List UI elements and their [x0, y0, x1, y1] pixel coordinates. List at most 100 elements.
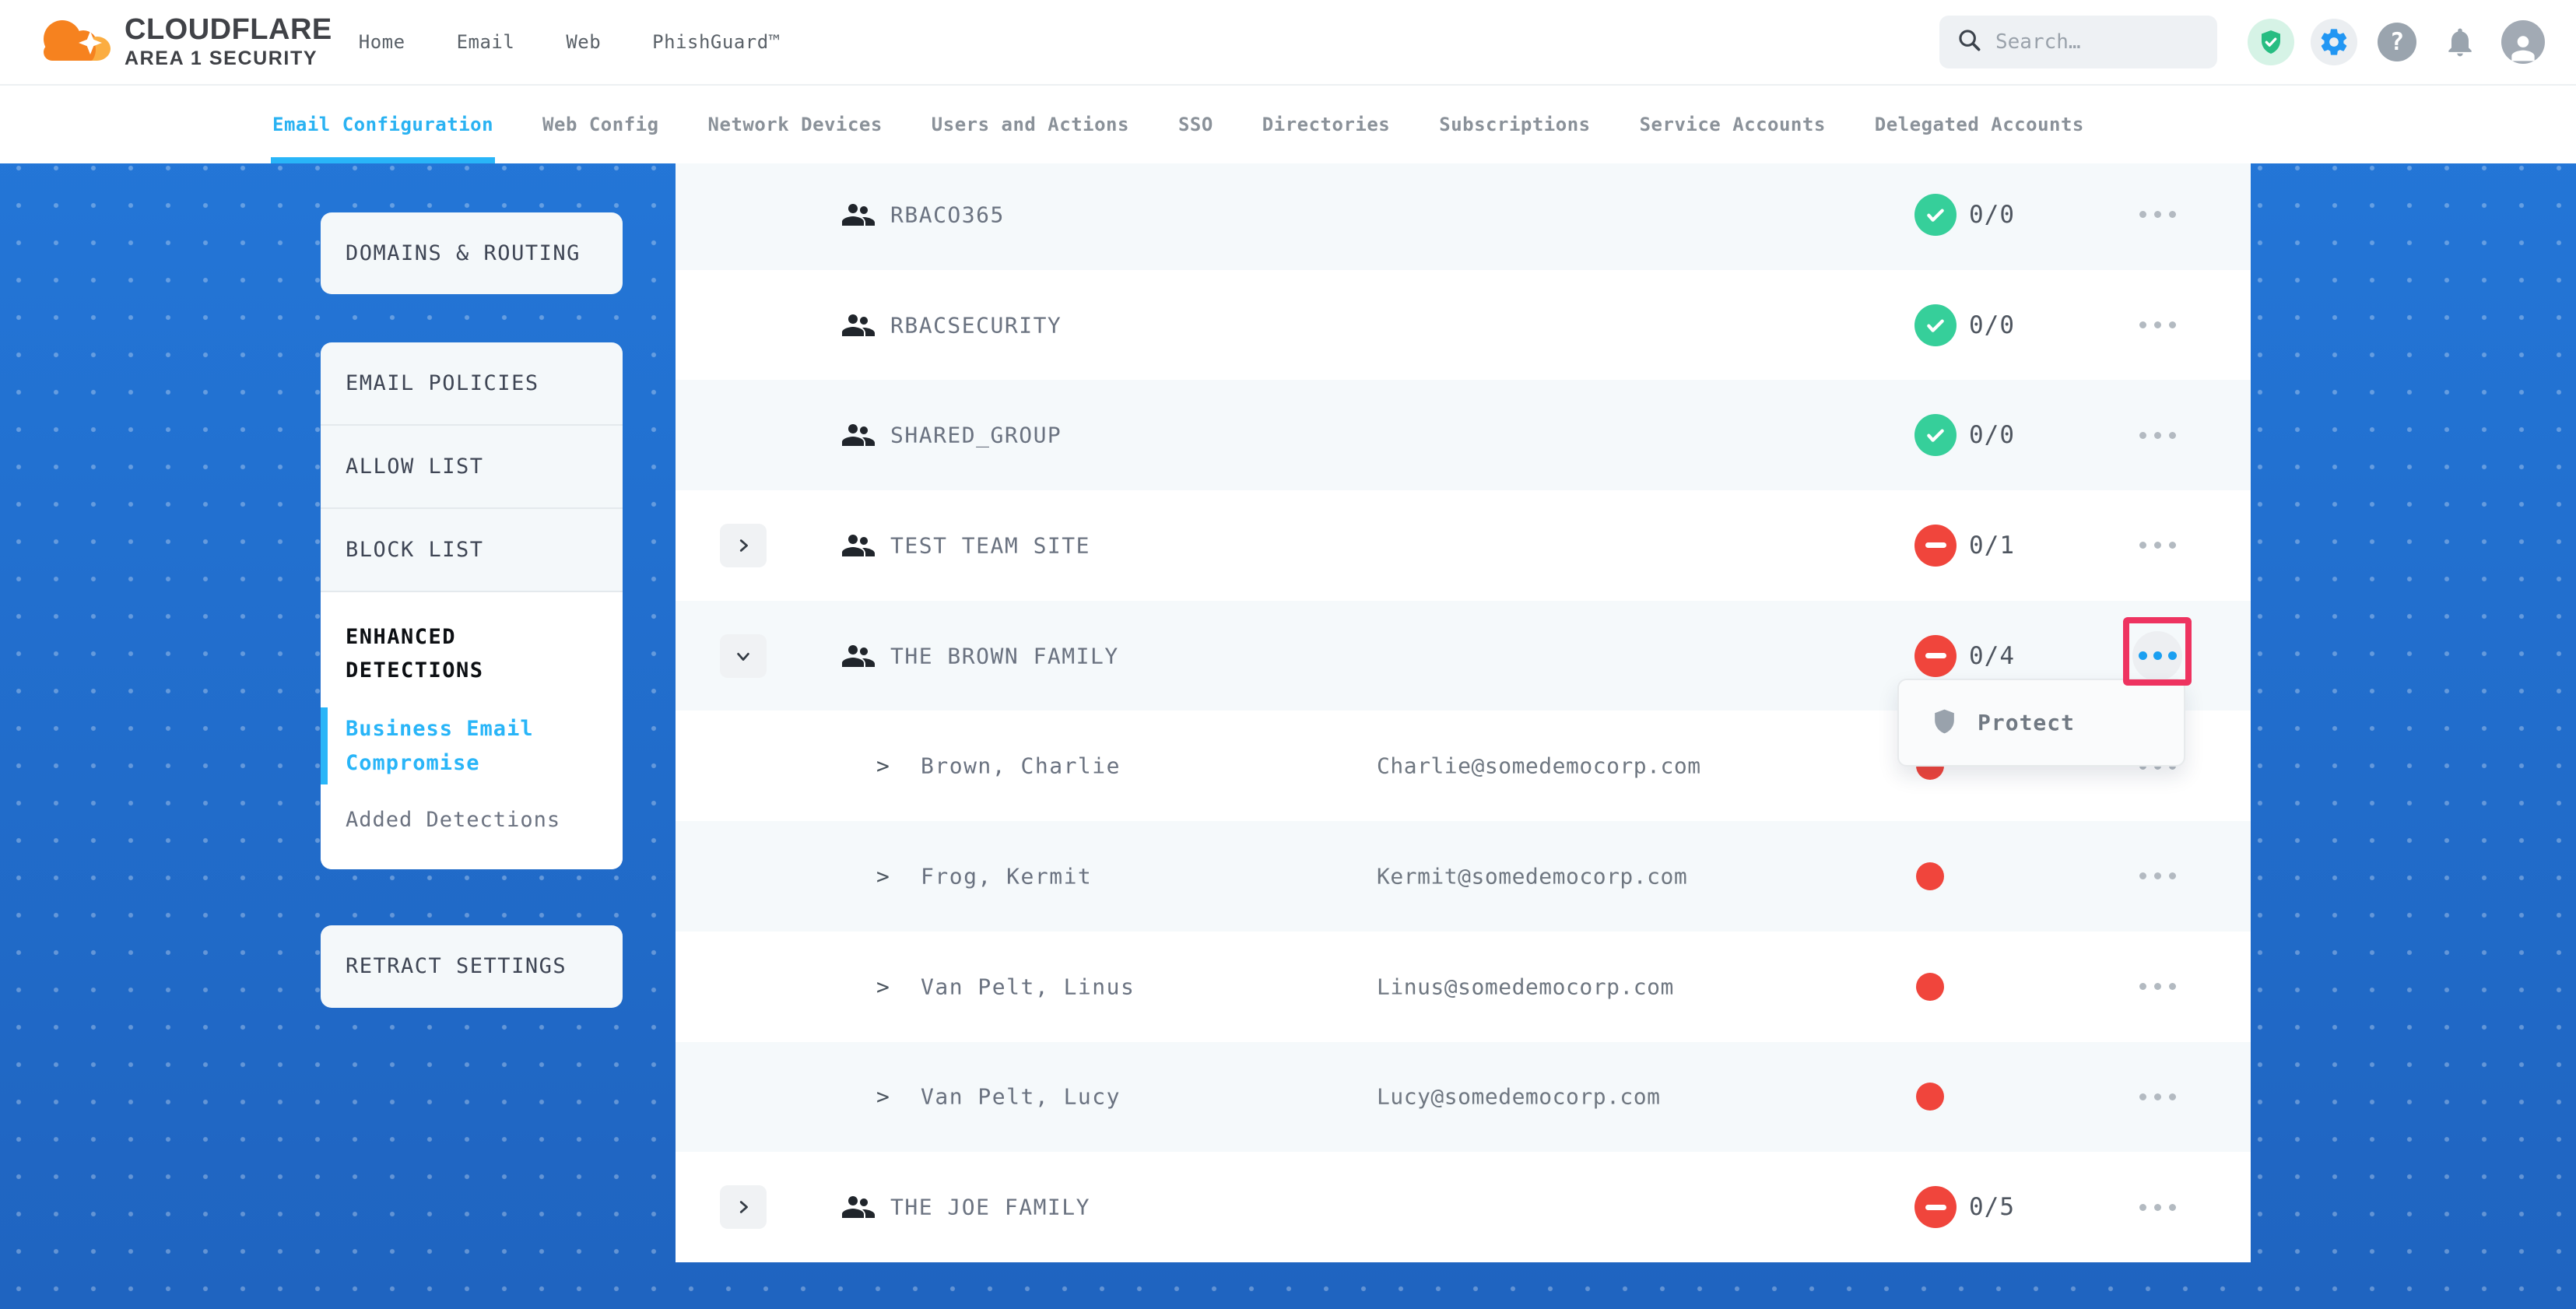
protected-count: 0/1: [1969, 532, 2015, 560]
row-actions-menu: Protect: [1897, 679, 2185, 767]
main-nav-phishguard[interactable]: PhishGuard™: [652, 31, 780, 53]
tab-email-configuration[interactable]: Email Configuration: [272, 86, 493, 163]
tab-sso[interactable]: SSO: [1178, 86, 1213, 163]
group-row-test-team-site: TEST TEAM SITE 0/1: [676, 490, 2251, 601]
chevron-right-icon[interactable]: >: [876, 974, 890, 999]
cloudflare-cloud-icon: [31, 9, 117, 75]
collapse-group-button[interactable]: [720, 634, 767, 678]
row-menu-button[interactable]: [2122, 300, 2193, 350]
expand-group-button[interactable]: [720, 1185, 767, 1229]
row-menu-button[interactable]: [2122, 962, 2193, 1012]
security-status-shield-icon[interactable]: [2248, 19, 2294, 65]
group-row-rbacsecurity: RBACSECURITY 0/0: [676, 270, 2251, 381]
group-row-the-joe-family: THE JOE FAMILY0/5: [676, 1152, 2251, 1262]
enhanced-detections-heading: ENHANCED DETECTIONS: [346, 620, 599, 687]
group-icon: [839, 527, 876, 564]
sidebar: DOMAINS & ROUTING EMAIL POLICIESALLOW LI…: [321, 212, 623, 1008]
unprotected-status-icon: [1914, 635, 1957, 677]
main-nav-email[interactable]: Email: [457, 31, 515, 53]
group-icon: [839, 637, 876, 675]
group-row-shared-group: SHARED_GROUP 0/0: [676, 380, 2251, 490]
shield-icon: [1930, 706, 1959, 740]
tab-web-config[interactable]: Web Config: [542, 86, 659, 163]
user-email: Kermit@somedemocorp.com: [1377, 863, 1687, 889]
tab-delegated-accounts[interactable]: Delegated Accounts: [1875, 86, 2084, 163]
user-name: Van Pelt, Linus: [921, 974, 1135, 999]
sidebar-item-label: RETRACT SETTINGS: [346, 954, 567, 978]
sidebar-item-business-email-compromise[interactable]: Business Email Compromise: [346, 712, 599, 779]
search-icon: [1957, 27, 1983, 57]
tab-users-and-actions[interactable]: Users and Actions: [932, 86, 1129, 163]
group-icon: [839, 196, 876, 233]
tab-network-devices[interactable]: Network Devices: [708, 86, 883, 163]
row-menu-button[interactable]: [2122, 851, 2193, 901]
help-glyph: ?: [2378, 23, 2416, 61]
row-menu-button[interactable]: [2122, 1182, 2193, 1232]
group-row-rbaco365: RBACO365 0/0: [676, 160, 2251, 270]
chevron-right-icon[interactable]: >: [876, 753, 890, 779]
row-menu-button[interactable]: [2132, 631, 2182, 681]
user-row-frog-kermit: > Frog, Kermit Kermit@somedemocorp.com: [676, 821, 2251, 932]
sidebar-item-email-policies[interactable]: EMAIL POLICIES: [321, 342, 623, 426]
expand-group-button[interactable]: [720, 524, 767, 567]
tab-service-accounts[interactable]: Service Accounts: [1640, 86, 1826, 163]
sidebar-item-allow-list[interactable]: ALLOW LIST: [321, 426, 623, 509]
sidebar-item-added-detections[interactable]: Added Detections: [346, 803, 599, 837]
group-name: RBACO365: [890, 202, 1005, 227]
top-header: CLOUDFLARE AREA 1 SECURITY Home Email Web P…: [0, 0, 2576, 86]
search-box[interactable]: [1939, 16, 2217, 68]
group-icon: [839, 1188, 876, 1226]
row-menu-button[interactable]: [2122, 521, 2193, 570]
group-name: SHARED_GROUP: [890, 423, 1062, 448]
help-icon[interactable]: ?: [2374, 19, 2420, 65]
user-email: Charlie@somedemocorp.com: [1377, 753, 1701, 779]
app-window: CLOUDFLARE AREA 1 SECURITY Home Email Web P…: [0, 0, 2576, 1309]
settings-gear-icon[interactable]: [2311, 19, 2357, 65]
tab-directories[interactable]: Directories: [1262, 86, 1390, 163]
group-icon: [839, 307, 876, 344]
protected-status-icon: [1914, 194, 1957, 236]
tab-subscriptions[interactable]: Subscriptions: [1439, 86, 1590, 163]
group-name: RBACSECURITY: [890, 312, 1062, 338]
protected-count: 0/0: [1969, 311, 2015, 339]
user-name: Van Pelt, Lucy: [921, 1084, 1121, 1110]
group-icon: [839, 416, 876, 454]
unprotected-status-icon: [1914, 1186, 1957, 1228]
user-row-van-pelt-linus: > Van Pelt, Linus Linus@somedemocorp.com: [676, 932, 2251, 1042]
sidebar-item-retract-settings[interactable]: RETRACT SETTINGS: [321, 925, 623, 1008]
user-name: Brown, Charlie: [921, 753, 1121, 779]
account-avatar-icon[interactable]: [2500, 19, 2546, 65]
group-name: TEST TEAM SITE: [890, 532, 1090, 558]
unprotected-status-dot: [1916, 862, 1944, 890]
brand-logo[interactable]: CLOUDFLARE AREA 1 SECURITY: [31, 9, 332, 75]
enhanced-detections-section: ENHANCED DETECTIONS Business Email Compr…: [321, 592, 623, 869]
row-menu-button[interactable]: [2122, 410, 2193, 460]
protected-status-icon: [1914, 304, 1957, 346]
chevron-right-icon[interactable]: >: [876, 1084, 890, 1110]
search-input[interactable]: [1995, 30, 2190, 54]
user-row-van-pelt-lucy: > Van Pelt, Lucy Lucy@somedemocorp.com: [676, 1042, 2251, 1153]
brand-subtitle: AREA 1 SECURITY: [125, 48, 332, 68]
main-nav: Home Email Web PhishGuard™: [359, 31, 781, 53]
user-email: Linus@somedemocorp.com: [1377, 974, 1674, 999]
main-nav-home[interactable]: Home: [359, 31, 405, 53]
unprotected-status-icon: [1914, 525, 1957, 567]
sidebar-item-domains-routing[interactable]: DOMAINS & ROUTING: [321, 212, 623, 294]
sidebar-item-block-list[interactable]: BLOCK LIST: [321, 509, 623, 592]
user-email: Lucy@somedemocorp.com: [1377, 1084, 1661, 1110]
section-tabs: Email Configuration Web Config Network Dev…: [0, 86, 2576, 163]
protected-status-icon: [1914, 414, 1957, 456]
main-nav-web[interactable]: Web: [566, 31, 601, 53]
user-name: Frog, Kermit: [921, 863, 1092, 889]
row-menu-button[interactable]: [2122, 1072, 2193, 1121]
row-menu-button[interactable]: [2122, 190, 2193, 240]
sidebar-item-label: DOMAINS & ROUTING: [346, 241, 581, 265]
brand-name: CLOUDFLARE: [125, 15, 332, 46]
protected-count: 0/0: [1969, 421, 2015, 449]
protect-menu-item[interactable]: Protect: [1978, 710, 2075, 735]
chevron-right-icon[interactable]: >: [876, 863, 890, 889]
sidebar-policies-card: EMAIL POLICIESALLOW LISTBLOCK LIST ENHAN…: [321, 342, 623, 869]
notifications-bell-icon[interactable]: [2437, 19, 2483, 65]
protected-count: 0/0: [1969, 201, 2015, 229]
header-actions: ?: [1939, 16, 2546, 68]
